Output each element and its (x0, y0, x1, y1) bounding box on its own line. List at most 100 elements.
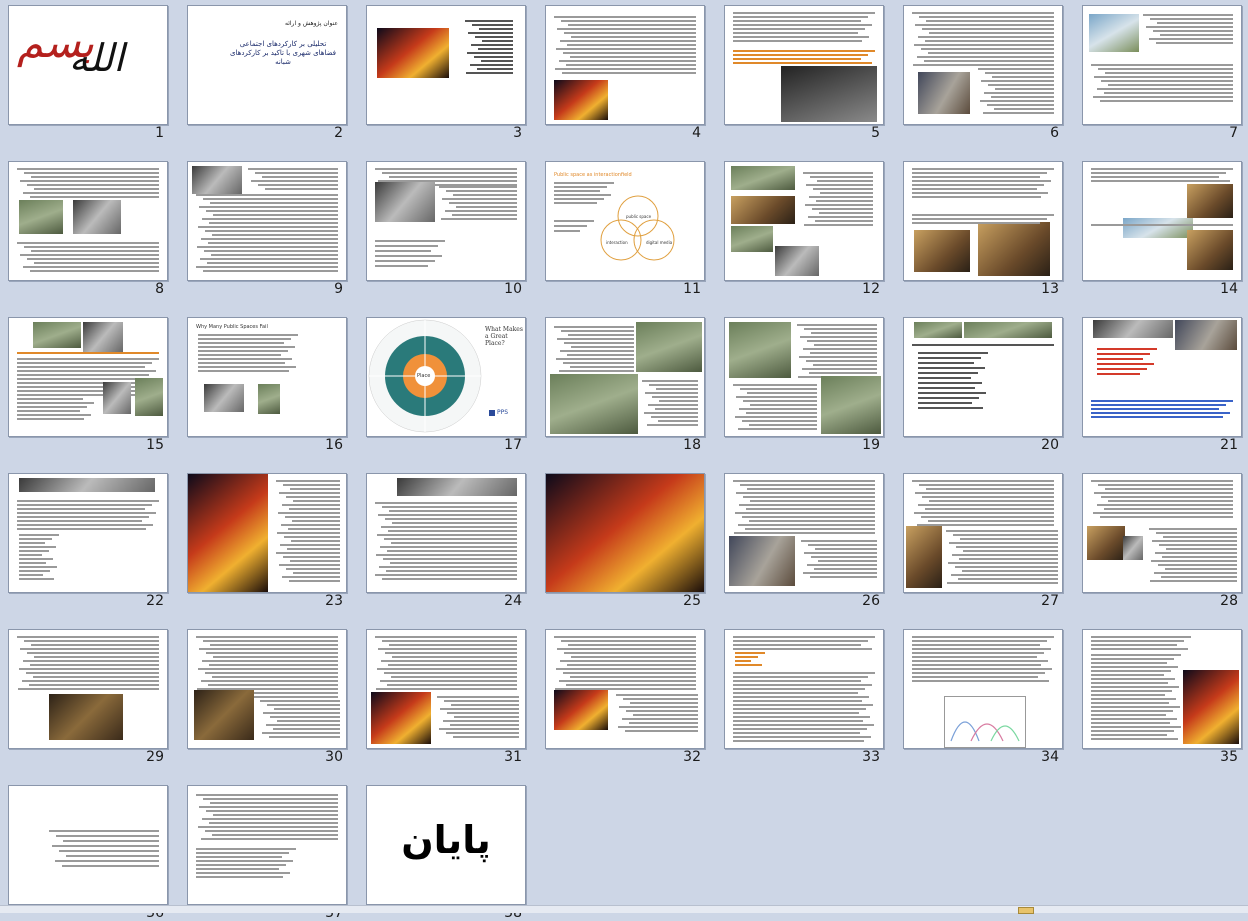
text-line (733, 640, 868, 642)
slide-preview[interactable] (903, 5, 1063, 125)
slide-preview[interactable] (187, 785, 347, 905)
text-line (203, 198, 338, 200)
slide-preview[interactable] (8, 785, 168, 905)
slide-thumbnail[interactable]: 3 (366, 5, 526, 141)
slide-thumbnail[interactable]: 28 (1082, 473, 1242, 609)
text-line (568, 644, 696, 646)
slide-thumbnail[interactable]: 10 (366, 161, 526, 297)
slide-preview[interactable] (1082, 473, 1242, 593)
slide-preview[interactable] (8, 629, 168, 749)
slide-preview[interactable]: Place What Makes a Great Place? PPS (366, 317, 526, 437)
slide-thumbnail[interactable]: 26 (724, 473, 884, 609)
text-line (733, 704, 873, 706)
text-line (198, 350, 288, 352)
slide-thumbnail[interactable]: Public space as interactionfield public s… (545, 161, 705, 297)
slide-thumbnail[interactable]: 14 (1082, 161, 1242, 297)
slide-thumbnail[interactable]: 29 (8, 629, 168, 765)
slide-preview[interactable] (1082, 317, 1242, 437)
slide-preview[interactable] (903, 161, 1063, 281)
slide-preview[interactable] (545, 629, 705, 749)
slide-preview[interactable] (8, 161, 168, 281)
slide-preview[interactable]: پایان (366, 785, 526, 905)
slide-preview[interactable] (724, 473, 884, 593)
slide-thumbnail[interactable]: 31 (366, 629, 526, 765)
slide-thumbnail[interactable]: 25 (545, 473, 705, 609)
slide-preview[interactable] (724, 161, 884, 281)
text-line (740, 388, 817, 390)
slide-thumbnail[interactable]: 18 (545, 317, 705, 453)
slide-preview[interactable] (366, 161, 526, 281)
slide-thumbnail[interactable]: 19 (724, 317, 884, 453)
slide-thumbnail[interactable]: 34 (903, 629, 1063, 765)
slide-thumbnail[interactable]: 27 (903, 473, 1063, 609)
text-line (1097, 363, 1154, 365)
scrollbar-thumb[interactable] (1018, 907, 1034, 914)
slide-preview[interactable] (187, 473, 347, 593)
slide-thumbnail[interactable]: 37 (187, 785, 347, 921)
text-line (293, 572, 340, 574)
slide-preview[interactable] (545, 5, 705, 125)
slide-thumbnail[interactable]: 32 (545, 629, 705, 765)
slide-photo (1093, 320, 1173, 338)
slide-thumbnail[interactable]: 12 (724, 161, 884, 297)
slide-thumbnail[interactable]: 21 (1082, 317, 1242, 453)
slide-thumbnail[interactable]: بسم الله 1 (8, 5, 168, 141)
slide-thumbnail[interactable]: 5 (724, 5, 884, 141)
slide-thumbnail[interactable]: Place What Makes a Great Place? PPS 17 (366, 317, 526, 453)
slide-preview[interactable]: Why Many Public Spaces Fail (187, 317, 347, 437)
text-line (1105, 488, 1233, 490)
slide-preview[interactable] (545, 317, 705, 437)
slide-thumbnail[interactable]: 20 (903, 317, 1063, 453)
slide-thumbnail[interactable]: 7 (1082, 5, 1242, 141)
slide-thumbnail[interactable]: عنوان پژوهش و ارائه تحلیلی بر کارکردهای ا… (187, 5, 347, 141)
slide-photo (103, 382, 131, 414)
slide-thumbnail[interactable]: 35 (1082, 629, 1242, 765)
slide-preview[interactable] (903, 473, 1063, 593)
slide-thumbnail[interactable]: 6 (903, 5, 1063, 141)
slide-preview[interactable] (366, 629, 526, 749)
slide-preview[interactable] (724, 317, 884, 437)
slide-thumbnail[interactable]: 36 (8, 785, 168, 921)
slide-preview[interactable] (8, 473, 168, 593)
text-line (1091, 480, 1233, 482)
slide-preview[interactable] (903, 629, 1063, 749)
slide-preview[interactable]: بسم الله (8, 5, 168, 125)
slide-thumbnail[interactable]: 30 (187, 629, 347, 765)
slide-thumbnail[interactable]: 22 (8, 473, 168, 609)
slide-preview[interactable]: عنوان پژوهش و ارائه تحلیلی بر کارکردهای ا… (187, 5, 347, 125)
slide-thumbnail[interactable]: Why Many Public Spaces Fail 16 (187, 317, 347, 453)
text-line (474, 56, 513, 58)
slide-thumbnail[interactable]: 15 (8, 317, 168, 453)
slide-thumbnail[interactable]: 8 (8, 161, 168, 297)
slide-preview[interactable]: Public space as interactionfield public s… (545, 161, 705, 281)
text-line (922, 28, 1054, 30)
text-line (196, 872, 290, 874)
slide-thumbnail[interactable]: 13 (903, 161, 1063, 297)
slide-preview[interactable] (1082, 5, 1242, 125)
slide-preview[interactable] (366, 473, 526, 593)
slide-thumbnail[interactable]: 24 (366, 473, 526, 609)
slide-thumbnail[interactable]: 23 (187, 473, 347, 609)
slide-preview[interactable] (366, 5, 526, 125)
slide-photo (964, 322, 1052, 338)
slide-preview[interactable] (903, 317, 1063, 437)
slide-preview[interactable] (187, 629, 347, 749)
text-line (470, 64, 513, 66)
text-line (750, 500, 875, 502)
slide-thumbnail[interactable]: پایان 38 (366, 785, 526, 921)
slide-thumbnail[interactable]: 4 (545, 5, 705, 141)
slide-preview[interactable] (724, 5, 884, 125)
slide-preview[interactable] (545, 473, 705, 593)
slide-preview[interactable] (1082, 629, 1242, 749)
slide-preview[interactable] (724, 629, 884, 749)
slide-photo (978, 222, 1050, 276)
slide-thumbnail[interactable]: 9 (187, 161, 347, 297)
slide-thumbnail[interactable]: 33 (724, 629, 884, 765)
slide-preview[interactable] (1082, 161, 1242, 281)
slide-preview[interactable] (187, 161, 347, 281)
text-line (202, 660, 338, 662)
slide-title: What Makes a Great Place? (485, 326, 523, 347)
text-line (918, 377, 971, 379)
slide-preview[interactable] (8, 317, 168, 437)
text-line (1104, 92, 1233, 94)
